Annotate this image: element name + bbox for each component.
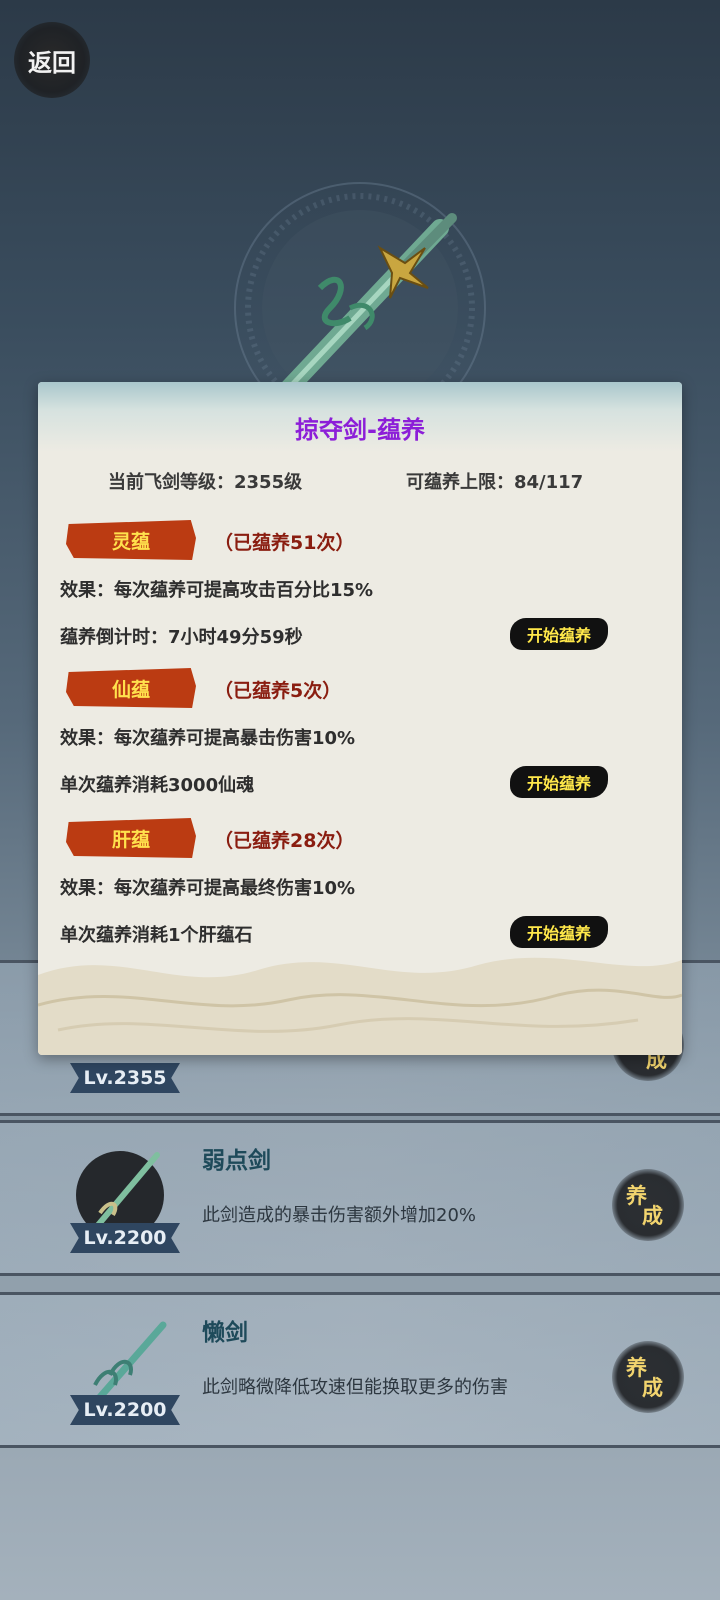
dialog-title: 掠夺剑-蕴养 — [295, 416, 425, 444]
train-label-b: 成 — [642, 1376, 663, 1400]
sword-desc: 此剑造成的暴击伤害额外增加20% — [202, 1205, 477, 1226]
limit-stat-value: 84/117 — [514, 472, 584, 493]
section-count: （已蕴养28次） — [214, 830, 355, 852]
start-nurture-button[interactable]: 开始蕴养 — [510, 766, 608, 798]
level-stat-value: 2355级 — [234, 472, 303, 493]
list-item: Lv.2200 弱点剑 此剑造成的暴击伤害额外增加20% 养 成 — [0, 1120, 720, 1276]
sword-name: 弱点剑 — [202, 1148, 271, 1174]
level-stat: 当前飞剑等级：2355级 — [108, 468, 302, 494]
train-button[interactable]: 养 成 — [612, 1169, 684, 1241]
level-badge: Lv.2355 — [70, 1063, 180, 1093]
section-countdown: 蕴养倒计时：7小时49分59秒 — [60, 627, 303, 648]
level-stat-label: 当前飞剑等级： — [108, 472, 234, 493]
train-button[interactable]: 养 成 — [612, 1341, 684, 1413]
section-effect: 效果：每次蕴养可提高暴击伤害10% — [60, 728, 356, 749]
section-cost: 单次蕴养消耗3000仙魂 — [60, 775, 255, 796]
level-badge: Lv.2200 — [70, 1395, 180, 1425]
section-count: （已蕴养51次） — [214, 532, 355, 554]
sword-desc: 此剑略微降低攻速但能换取更多的伤害 — [202, 1377, 508, 1398]
nurture-section-xian: 仙蕴 （已蕴养5次） 效果：每次蕴养可提高暴击伤害10% 单次蕴养消耗3000仙… — [38, 668, 682, 818]
limit-stat: 可蕴养上限：84/117 — [406, 468, 583, 494]
section-tag: 仙蕴 — [66, 668, 196, 708]
list-item: Lv.2200 懒剑 此剑略微降低攻速但能换取更多的伤害 养 成 — [0, 1292, 720, 1448]
back-button[interactable]: 返回 — [14, 22, 90, 98]
start-nurture-button[interactable]: 开始蕴养 — [510, 618, 608, 650]
cloud-wave-decoration — [38, 957, 682, 1055]
limit-stat-label: 可蕴养上限： — [406, 472, 514, 493]
section-effect: 效果：每次蕴养可提高最终伤害10% — [60, 878, 356, 899]
section-tag: 肝蕴 — [66, 818, 196, 858]
sword-list: Lv.2355 养 成 Lv.2200 弱点剑 此剑造成的暴击伤害额外增加20%… — [0, 960, 720, 1448]
nurture-section-ling: 灵蕴 （已蕴养51次） 效果：每次蕴养可提高攻击百分比15% 蕴养倒计时：7小时… — [38, 520, 682, 670]
section-tag: 灵蕴 — [66, 520, 196, 560]
section-effect: 效果：每次蕴养可提高攻击百分比15% — [60, 580, 374, 601]
section-count: （已蕴养5次） — [214, 680, 342, 702]
level-badge: Lv.2200 — [70, 1223, 180, 1253]
sword-name: 懒剑 — [202, 1320, 248, 1346]
nurture-dialog: 掠夺剑-蕴养 当前飞剑等级：2355级 可蕴养上限：84/117 灵蕴 （已蕴养… — [38, 382, 682, 1055]
train-label-b: 成 — [642, 1204, 663, 1228]
